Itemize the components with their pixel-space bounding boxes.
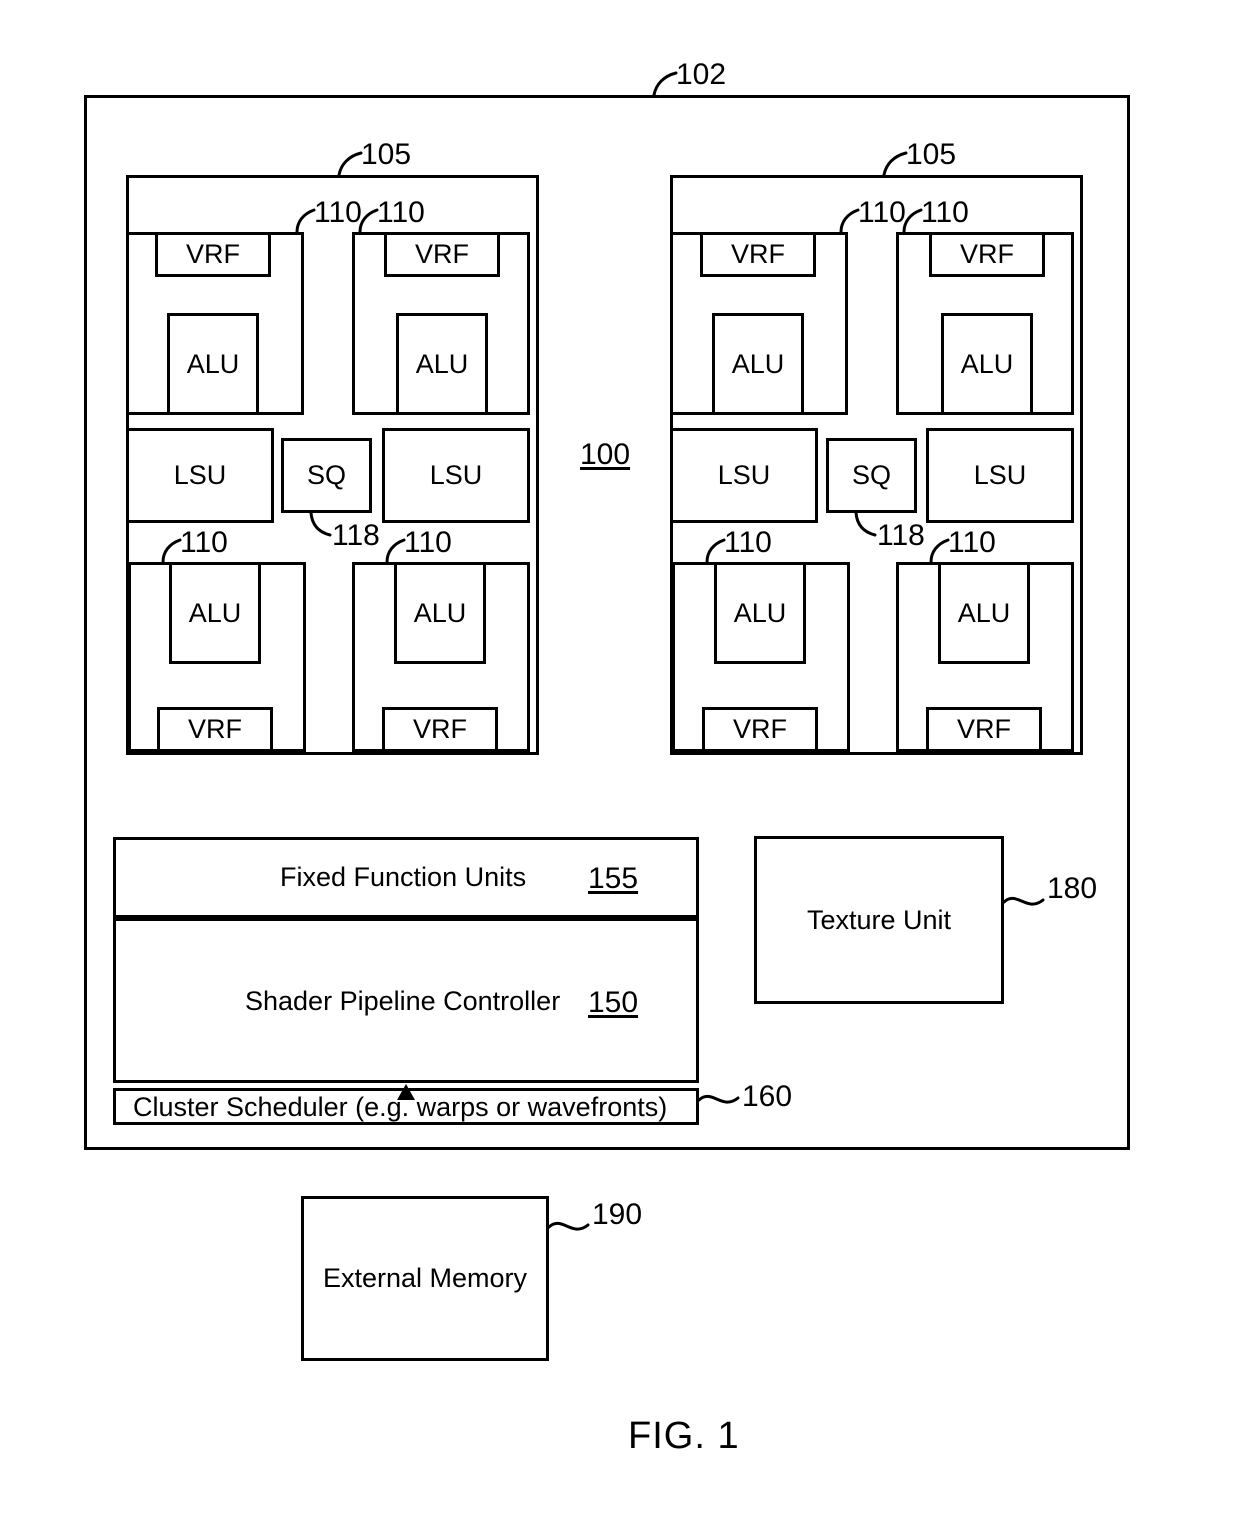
lsu-block-left: LSU [126,428,274,523]
shader-pipeline-controller-ref: 150 [588,986,639,1019]
vrf-label: VRF [413,714,467,744]
sq-block: SQ [826,438,917,513]
vrf-label: VRF [186,239,240,269]
vrf-block: VRF [926,707,1042,752]
ref-110: 110 [724,526,772,559]
alu-label: ALU [731,348,785,379]
texture-unit-block: Texture Unit [754,836,1004,1004]
figure-caption: FIG. 1 [628,1415,740,1457]
vrf-block: VRF [929,232,1045,277]
vrf-label: VRF [960,239,1014,269]
vrf-block: VRF [700,232,816,277]
sq-block: SQ [281,438,372,513]
ref-100: 100 [580,438,631,471]
sq-label: SQ [851,460,891,490]
lsu-label: LSU [717,460,771,490]
figure-canvas: VRF ALU VRF ALU LSU SQ LSU ALU VRF ALU V… [0,0,1240,1520]
ref-180: 180 [1047,872,1098,905]
fixed-function-units-ref: 155 [588,862,639,895]
vrf-block: VRF [155,232,271,277]
alu-label: ALU [188,597,242,628]
alu-label: ALU [733,597,787,628]
ref-110: 110 [314,196,362,229]
ref-110: 110 [858,196,906,229]
cluster-scheduler-label: Cluster Scheduler (e.g. warps or wavefro… [133,1092,668,1122]
ref-105-left: 105 [361,138,412,171]
ref-105-right: 105 [906,138,957,171]
alu-block: ALU [396,313,488,415]
external-memory-block: External Memory [301,1196,549,1361]
ref-110: 110 [377,196,425,229]
ref-118-right: 118 [877,519,925,552]
vrf-label: VRF [415,239,469,269]
alu-block: ALU [712,313,804,415]
sq-label: SQ [306,460,346,490]
ref-160: 160 [742,1080,793,1113]
alu-block: ALU [938,562,1030,664]
vrf-block: VRF [384,232,500,277]
alu-block: ALU [394,562,486,664]
ref-110: 110 [948,526,996,559]
ref-110: 110 [180,526,228,559]
lsu-block-right: LSU [382,428,530,523]
ref-102: 102 [676,58,727,91]
lsu-label: LSU [173,460,227,490]
alu-block: ALU [714,562,806,664]
vrf-label: VRF [957,714,1011,744]
alu-label: ALU [957,597,1011,628]
alu-block: ALU [167,313,259,415]
ref-118-left: 118 [332,519,380,552]
lsu-block-left: LSU [670,428,818,523]
lsu-label: LSU [429,460,483,490]
alu-label: ALU [413,597,467,628]
alu-label: ALU [186,348,240,379]
alu-block: ALU [169,562,261,664]
ref-110: 110 [921,196,969,229]
alu-label: ALU [415,348,469,379]
vrf-label: VRF [733,714,787,744]
ref-110: 110 [404,526,452,559]
vrf-block: VRF [702,707,818,752]
texture-unit-label: Texture Unit [806,904,952,935]
vrf-block: VRF [382,707,498,752]
lsu-block-right: LSU [926,428,1074,523]
vrf-label: VRF [731,239,785,269]
shader-pipeline-controller-label: Shader Pipeline Controller [245,986,561,1016]
vrf-label: VRF [188,714,242,744]
alu-label: ALU [960,348,1014,379]
vrf-block: VRF [157,707,273,752]
external-memory-label: External Memory [322,1263,528,1293]
ref-190: 190 [592,1198,643,1231]
fixed-function-units-label: Fixed Function Units [280,862,527,892]
lsu-label: LSU [973,460,1027,490]
alu-block: ALU [941,313,1033,415]
